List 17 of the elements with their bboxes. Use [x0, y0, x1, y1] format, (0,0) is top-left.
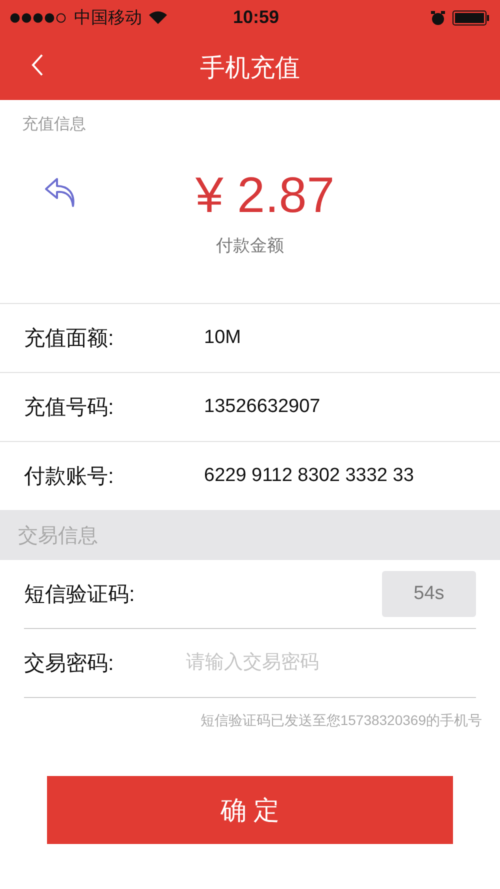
carrier-name: 中国移动 — [74, 7, 142, 29]
section-header: 交易信息 — [0, 510, 500, 560]
status-time: 10:59 — [232, 7, 280, 28]
detail-label: 充值号码: — [24, 395, 115, 421]
detail-value: 6229 9112 8302 3332 33 — [204, 465, 414, 487]
field-label: 交易密码: — [24, 651, 115, 677]
confirm-button[interactable]: 确 定 — [47, 776, 453, 844]
payment-amount: ¥ 2.87 — [195, 166, 334, 224]
detail-value: 10M — [204, 327, 241, 349]
amount-label: 付款金额 — [216, 235, 284, 257]
section-title: 充值信息 — [22, 116, 86, 133]
detail-label: 充值面额: — [24, 326, 115, 352]
page-title: 手机充值 — [200, 53, 300, 84]
sms-notice: 短信验证码已发送至您15738320369的手机号 — [200, 712, 482, 728]
field-label: 短信验证码: — [24, 582, 136, 608]
detail-value: 13526632907 — [204, 396, 320, 418]
detail-label: 付款账号: — [24, 464, 115, 490]
